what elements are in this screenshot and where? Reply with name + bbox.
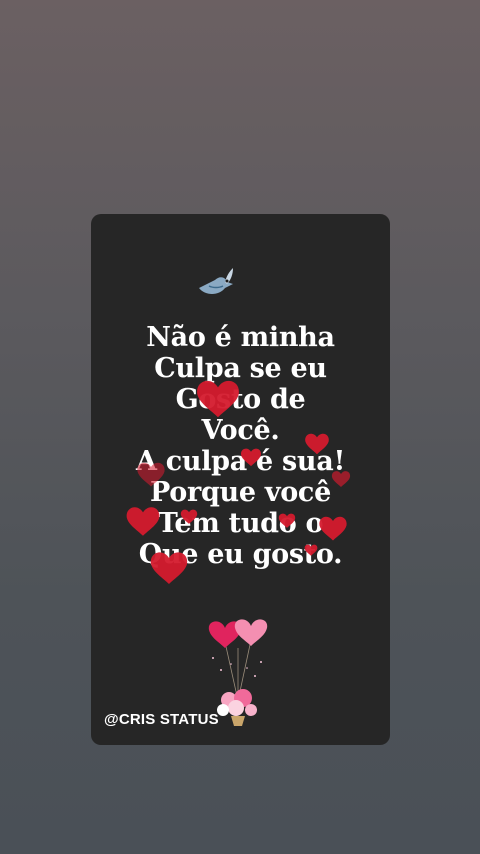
quote-line: Que eu gosto.	[138, 539, 343, 570]
bird-icon	[199, 268, 233, 294]
quote-text: Não é minha Culpa se eu Gosto de Você. A…	[91, 322, 390, 570]
quote-line: A culpa é sua!	[135, 446, 345, 477]
quote-line: Não é minha	[146, 322, 335, 353]
quote-line: Você.	[201, 415, 280, 446]
quote-line: Culpa se eu	[154, 353, 327, 384]
quote-line: Gosto de	[175, 384, 306, 415]
watermark-label: @CRIS STATUS	[104, 711, 219, 728]
quote-line: Tem tudo o	[157, 508, 324, 539]
quote-line: Porque você	[150, 477, 331, 508]
story-card: Não é minha Culpa se eu Gosto de Você. A…	[91, 214, 390, 745]
